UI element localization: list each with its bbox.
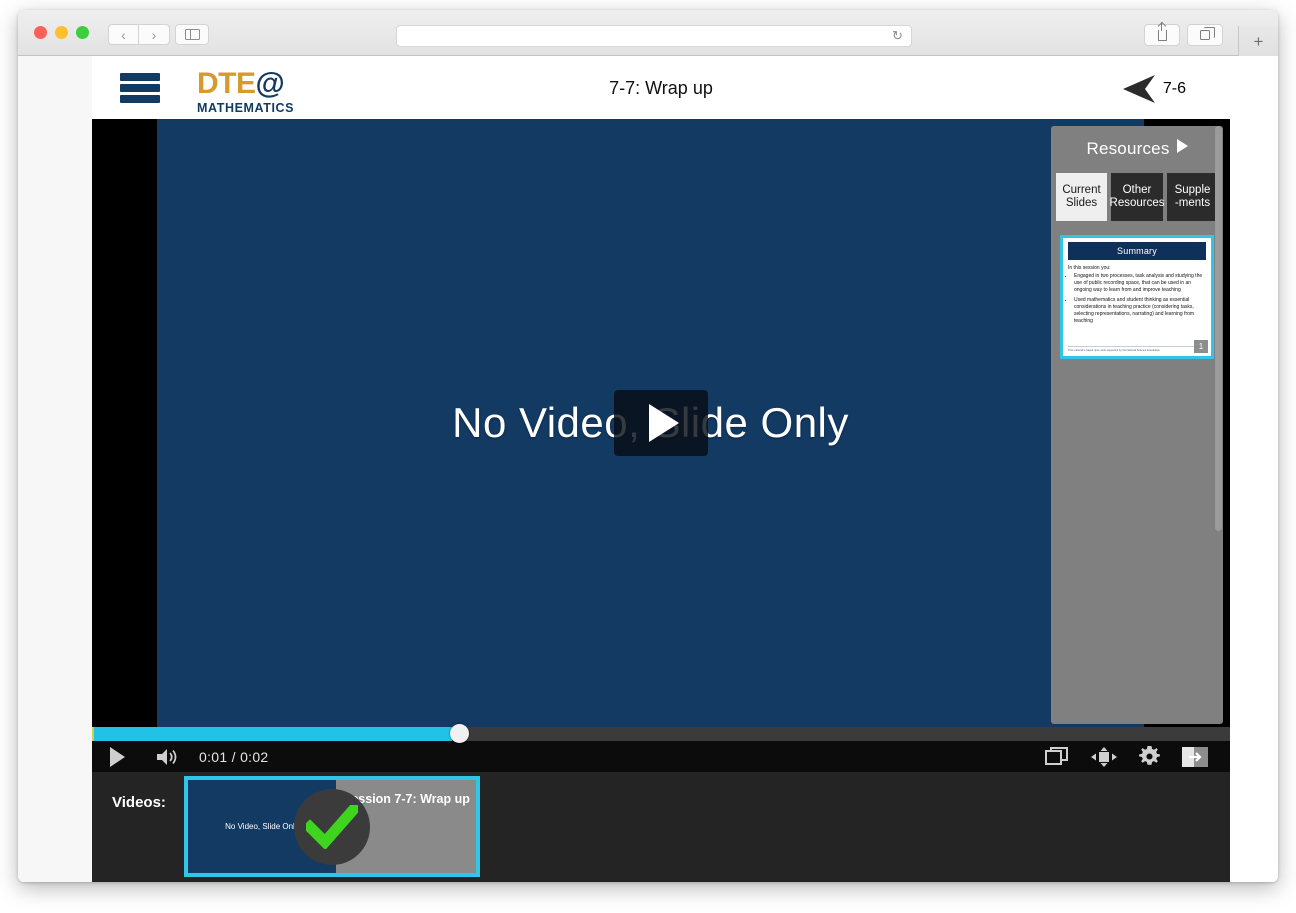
- browser-toolbar: ‹ › ↻ +: [18, 10, 1278, 72]
- current-time: 0:01: [199, 748, 228, 765]
- check-icon: [306, 804, 358, 849]
- volume-icon: [157, 748, 177, 765]
- tab-current-slides-line1: Current: [1062, 184, 1101, 196]
- slide-bullet: Used mathematics and student thinking as…: [1074, 297, 1206, 325]
- slide-thumbnail-bullets: Engaged in two processes, task analysis …: [1074, 273, 1206, 325]
- sidebar-toggle-button[interactable]: [175, 24, 209, 45]
- slide-thumbnail[interactable]: Summary In this session you: Engaged in …: [1060, 235, 1214, 359]
- progress-played: [94, 727, 453, 741]
- maximize-window-button[interactable]: [76, 26, 89, 39]
- big-play-button[interactable]: [614, 390, 708, 456]
- traffic-lights: [34, 26, 89, 39]
- minimize-window-button[interactable]: [55, 26, 68, 39]
- logo-subtitle: MATHEMATICS: [197, 101, 295, 115]
- dte-application: DTE@ MATHEMATICS 7-7: Wrap up 7-6 No Vid…: [92, 56, 1230, 882]
- settings-gear-icon: [1139, 746, 1160, 765]
- settings-button[interactable]: [1139, 746, 1160, 767]
- back-arrow-icon: [1122, 75, 1155, 103]
- reload-icon[interactable]: ↻: [891, 29, 904, 42]
- fullscreen-button[interactable]: [1182, 746, 1208, 767]
- sidebar-icon: [184, 28, 200, 41]
- fullscreen-exit-icon: [1182, 746, 1208, 767]
- controls-right-group: [1045, 746, 1208, 767]
- toolbar-right-buttons: [1144, 22, 1223, 46]
- tabs-icon: [1200, 27, 1215, 40]
- page-title: 7-7: Wrap up: [609, 78, 713, 98]
- resources-tabs: Current Slides Other Resources Supple -ment…: [1051, 159, 1223, 221]
- previous-session-nav[interactable]: 7-6: [1121, 74, 1186, 104]
- page-gutter-right: [1230, 56, 1278, 882]
- tab-current-slides[interactable]: Current Slides: [1056, 173, 1107, 221]
- picture-in-picture-icon: [1045, 746, 1068, 765]
- previous-session-label: 7-6: [1162, 80, 1186, 97]
- share-button[interactable]: [1144, 22, 1180, 46]
- move-button[interactable]: [1091, 746, 1117, 767]
- show-tabs-button[interactable]: [1187, 24, 1223, 46]
- video-controls-bar: 0:01 / 0:02: [92, 724, 1230, 772]
- resources-panel: Resources Current Slides Other Resources S…: [1051, 126, 1223, 724]
- picture-in-picture-button[interactable]: [1045, 746, 1069, 767]
- tab-other-resources-line2: Resources: [1109, 197, 1165, 209]
- back-button[interactable]: ‹: [108, 24, 139, 45]
- video-stage: No Video, Slide Only Resources CurrentSl…: [92, 119, 1230, 727]
- tab-other-resources-line1: Other: [1122, 184, 1152, 196]
- resources-collapse-icon[interactable]: [1176, 139, 1188, 153]
- controls-row: 0:01 / 0:02: [92, 741, 1230, 772]
- resources-scrollbar-thumb[interactable]: [1215, 126, 1222, 531]
- tab-current-slides-line2: Slides: [1065, 197, 1098, 209]
- slide-thumbnail-lead: In this session you:: [1068, 265, 1111, 271]
- resources-scrollbar[interactable]: [1214, 126, 1223, 734]
- video-thumbnail-text: No Video, Slide Only: [225, 822, 299, 831]
- page-viewport: DTE@ MATHEMATICS 7-7: Wrap up 7-6 No Vid…: [18, 56, 1278, 882]
- slide-thumbnail-footer: This material is based upon work support…: [1068, 346, 1206, 353]
- total-time: 0:02: [240, 748, 269, 765]
- time-separator: /: [231, 748, 236, 765]
- videos-strip: Videos: No Video, Slide Only Session 7-7…: [92, 772, 1230, 882]
- navigation-buttons: ‹ ›: [108, 24, 170, 45]
- browser-window: ‹ › ↻ + DTE@ MATHEMATICS 7-7: Wrap up 7-…: [18, 10, 1278, 882]
- app-header: DTE@ MATHEMATICS 7-7: Wrap up 7-6: [92, 56, 1230, 119]
- time-display: 0:01 / 0:02: [199, 749, 269, 765]
- play-triangle-icon: [649, 404, 679, 442]
- move-arrows-icon: [1091, 746, 1117, 767]
- close-window-button[interactable]: [34, 26, 47, 39]
- slide-thumbnail-number: 1: [1194, 340, 1208, 353]
- tab-supplements[interactable]: Supple -ments: [1167, 173, 1218, 221]
- progress-bar[interactable]: [92, 724, 1230, 743]
- slide-thumbnail-banner: Summary: [1068, 242, 1206, 260]
- tab-supplements-line1: Supple: [1174, 184, 1211, 196]
- resources-title-label: Resources: [1086, 139, 1170, 158]
- volume-button[interactable]: [155, 747, 181, 767]
- completed-badge: [294, 788, 370, 865]
- address-bar[interactable]: ↻: [396, 25, 912, 47]
- video-list-item[interactable]: No Video, Slide Only Session 7-7: Wrap u…: [184, 776, 480, 877]
- forward-button[interactable]: ›: [139, 24, 170, 45]
- play-button[interactable]: [110, 746, 125, 767]
- page-gutter-left: [18, 56, 92, 882]
- resources-panel-title: Resources: [1051, 126, 1223, 159]
- share-icon: [1157, 22, 1167, 41]
- tab-supplements-line2: -ments: [1174, 197, 1211, 209]
- videos-label: Videos:: [112, 794, 166, 811]
- tab-other-resources[interactable]: Other Resources: [1109, 173, 1165, 221]
- slide-bullet: Engaged in two processes, task analysis …: [1074, 273, 1206, 294]
